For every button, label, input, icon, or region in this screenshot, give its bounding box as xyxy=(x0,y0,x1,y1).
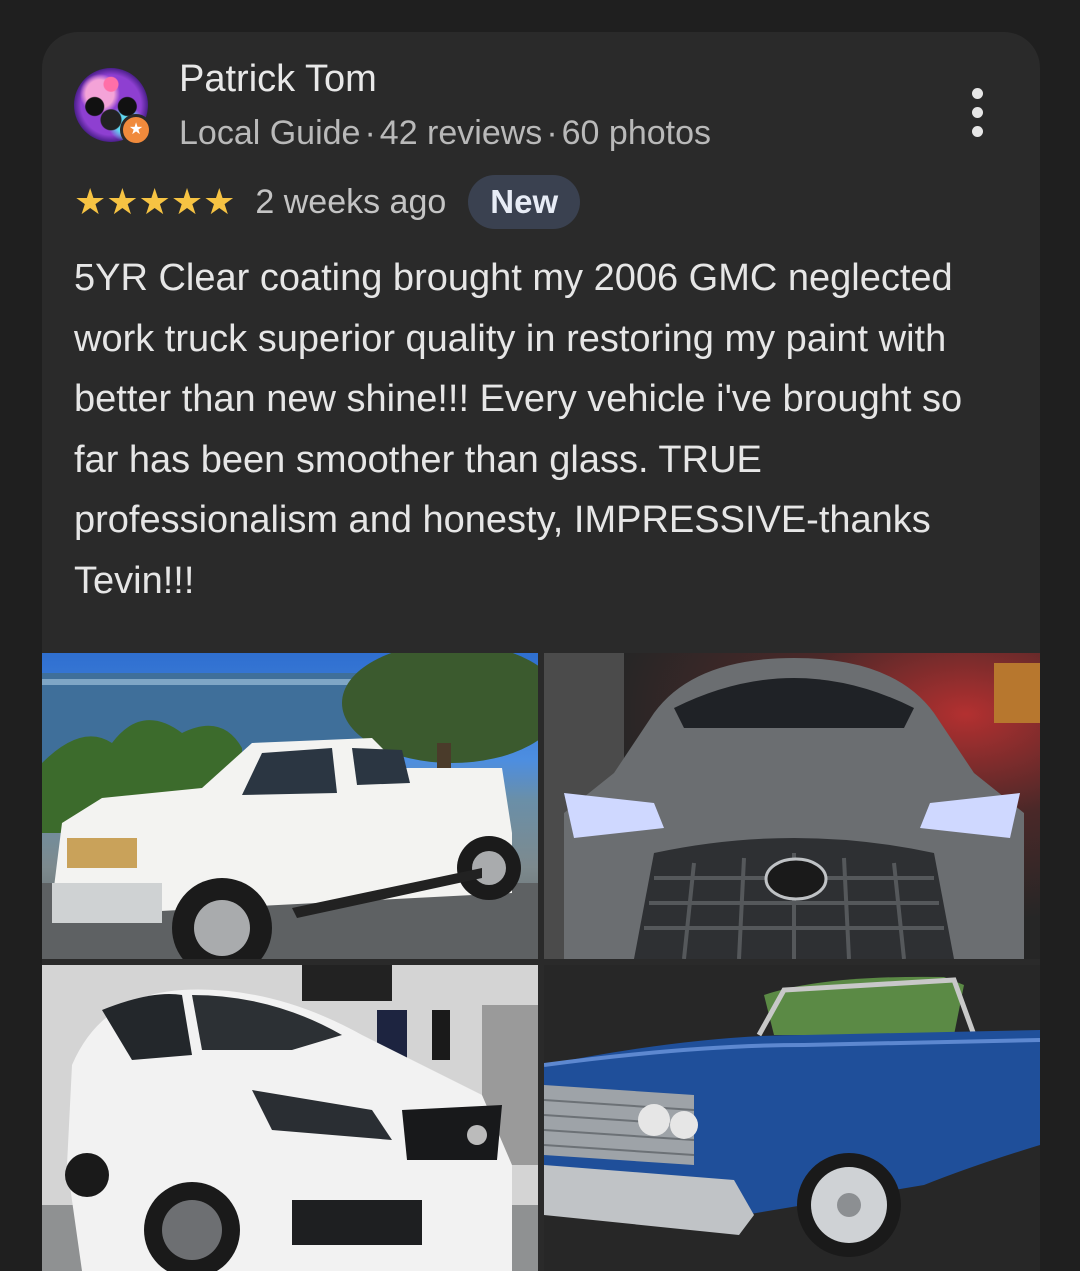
reviewer-name[interactable]: Patrick Tom xyxy=(179,58,377,101)
review-photos-grid xyxy=(42,653,1040,1271)
review-time: 2 weeks ago xyxy=(255,182,447,221)
meta-separator: · xyxy=(364,114,376,152)
review-photo-blue-classic-car[interactable] xyxy=(544,965,1040,1271)
review-photo-lexus-front[interactable] xyxy=(544,653,1040,959)
star-rating-icon: ★★★★★ xyxy=(74,181,236,222)
local-guide-label: Local Guide xyxy=(179,114,361,152)
review-photo-white-pickup-truck[interactable] xyxy=(42,653,538,959)
reviews-count: 42 reviews xyxy=(379,114,543,152)
meta-separator: · xyxy=(546,114,558,152)
more-dot xyxy=(971,88,983,99)
more-dot xyxy=(971,107,983,118)
local-guide-star-icon: ★ xyxy=(120,114,152,146)
review-card: ★ Patrick Tom Local Guide · 42 reviews · 60 … xyxy=(42,32,1040,1271)
review-photo-white-minivan[interactable] xyxy=(42,965,538,1271)
review-text: 5YR Clear coating brought my 2006 GMC ne… xyxy=(74,257,963,602)
more-dot xyxy=(971,126,983,137)
more-vert-icon[interactable] xyxy=(960,84,994,164)
rating-row: ★★★★★ 2 weeks ago New xyxy=(74,174,581,230)
new-badge: New xyxy=(468,175,581,229)
reviewer-meta: Local Guide · 42 reviews · 60 photos xyxy=(179,114,711,153)
photos-count: 60 photos xyxy=(561,114,711,152)
